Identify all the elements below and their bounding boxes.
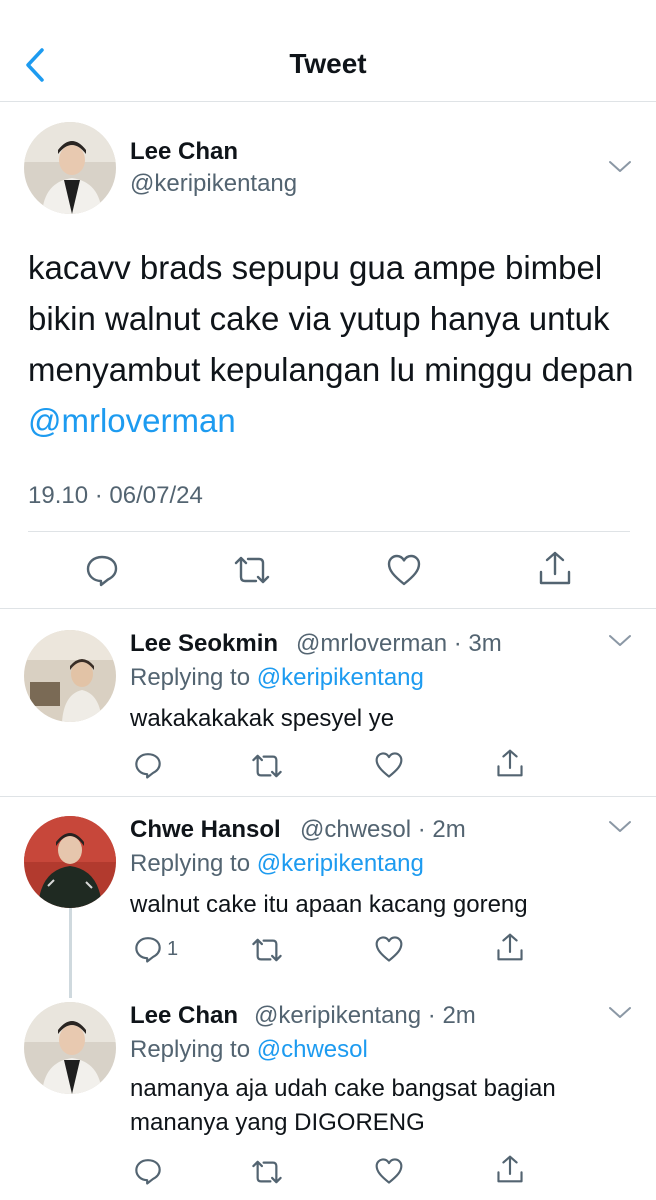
share-icon	[497, 933, 523, 961]
retweet-button[interactable]	[250, 753, 284, 779]
comment-icon	[135, 937, 161, 963]
share-icon	[539, 551, 571, 585]
avatar[interactable]	[24, 122, 116, 214]
tweet-text: kacavv brads sepupu gua ampe bimbel biki…	[28, 242, 638, 446]
replying-to: Replying to @keripikentang	[130, 664, 424, 692]
reply-button[interactable]	[133, 1156, 163, 1186]
share-button[interactable]	[496, 932, 524, 962]
divider	[28, 531, 630, 532]
reply-text: namanya aja udah cake bangsat bagian man…	[130, 1075, 556, 1136]
reply-author-name[interactable]: Chwe Hansol	[130, 816, 281, 844]
reply-button[interactable]	[133, 750, 163, 780]
reply-author-meta: @keripikentang · 2m	[254, 1002, 476, 1029]
reply-text: wakakakakak spesyel ye	[130, 705, 395, 732]
replying-to-label: Replying to	[130, 1036, 257, 1063]
reply-button[interactable]	[133, 934, 163, 964]
chevron-down-icon	[609, 821, 631, 832]
heart-icon	[387, 554, 421, 586]
tweet-menu-button[interactable]	[608, 160, 632, 174]
author-handle[interactable]: @keripikentang	[130, 170, 297, 198]
heart-icon	[375, 752, 403, 778]
comment-icon	[86, 555, 118, 587]
tweet-body: kacavv brads sepupu gua ampe bimbel biki…	[28, 249, 634, 388]
retweet-icon	[252, 754, 282, 778]
chevron-down-icon	[609, 161, 631, 172]
reply-author-meta: @chwesol · 2m	[300, 816, 466, 843]
divider	[0, 608, 656, 609]
replying-to: Replying to @keripikentang	[130, 850, 424, 878]
like-button[interactable]	[374, 1157, 404, 1185]
avatar[interactable]	[24, 816, 116, 908]
retweet-button[interactable]	[250, 937, 284, 963]
tweet-timestamp[interactable]: 19.10 · 06/07/24	[28, 482, 203, 510]
share-icon	[497, 749, 523, 777]
like-button[interactable]	[386, 553, 422, 587]
replying-to: Replying to @chwesol	[130, 1036, 368, 1064]
heart-icon	[375, 1158, 403, 1184]
reply-count: 1	[167, 938, 179, 960]
avatar[interactable]	[24, 630, 116, 722]
share-button[interactable]	[538, 550, 572, 586]
thread-connector	[69, 908, 72, 998]
divider	[0, 796, 656, 797]
tweet-menu-button[interactable]	[608, 820, 632, 834]
avatar[interactable]	[24, 1002, 116, 1094]
heart-icon	[375, 936, 403, 962]
like-button[interactable]	[374, 935, 404, 963]
share-icon	[497, 1155, 523, 1183]
chevron-down-icon	[609, 635, 631, 646]
reply-author-name[interactable]: Lee Chan	[130, 1002, 238, 1030]
author-name[interactable]: Lee Chan	[130, 138, 238, 166]
retweet-icon	[252, 1160, 282, 1184]
replying-to-label: Replying to	[130, 664, 257, 691]
retweet-button[interactable]	[250, 1159, 284, 1185]
reply-author-meta: @mrloverman · 3m	[296, 630, 502, 657]
mention-link[interactable]: @mrloverman	[28, 402, 236, 439]
comment-icon	[135, 753, 161, 779]
tweet-menu-button[interactable]	[608, 634, 632, 648]
mention-link[interactable]: @keripikentang	[257, 850, 424, 877]
like-button[interactable]	[374, 751, 404, 779]
reply-button[interactable]	[84, 552, 120, 588]
comment-icon	[135, 1159, 161, 1185]
share-button[interactable]	[496, 1154, 524, 1184]
share-button[interactable]	[496, 748, 524, 778]
retweet-icon	[252, 938, 282, 962]
reply-author-name[interactable]: Lee Seokmin	[130, 630, 278, 658]
replying-to-label: Replying to	[130, 850, 257, 877]
mention-link[interactable]: @keripikentang	[257, 664, 424, 691]
chevron-down-icon	[609, 1007, 631, 1018]
page-title: Tweet	[289, 48, 367, 79]
tweet-menu-button[interactable]	[608, 1006, 632, 1020]
mention-link[interactable]: @chwesol	[257, 1036, 368, 1063]
top-bar: Tweet	[0, 0, 656, 102]
retweet-icon	[234, 556, 270, 584]
reply-text: walnut cake itu apaan kacang goreng	[130, 891, 528, 918]
retweet-button[interactable]	[232, 555, 272, 585]
